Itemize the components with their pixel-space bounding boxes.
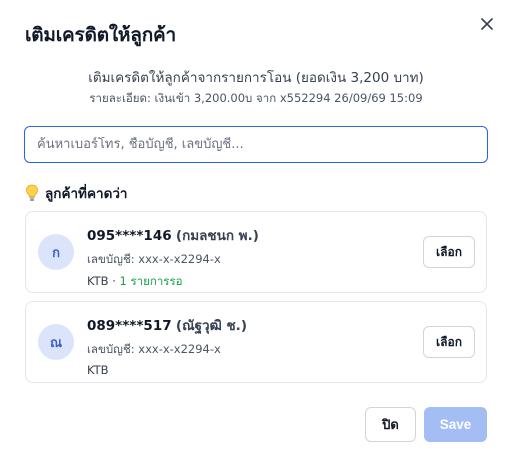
close-icon: [481, 18, 493, 30]
dialog-title: เติมเครดิตให้ลูกค้า: [25, 24, 176, 46]
lightbulb-icon: [26, 184, 38, 201]
customer-card: ณ 089****517 (ณัฐวุฒิ ช.) เลขบัญชี: xxx-…: [25, 301, 487, 383]
bank-separator: ·: [108, 274, 120, 288]
close-dialog-button[interactable]: ปิด: [365, 407, 416, 442]
customer-holder: (กมลชนก พ.): [175, 228, 259, 244]
customer-bank: KTB: [87, 274, 109, 288]
customer-card: ก 095****146 (กมลชนก พ.) เลขบัญชี: xxx-x…: [25, 211, 487, 293]
credit-topup-dialog: เติมเครดิตให้ลูกค้า เติมเครดิตให้ลูกค้าจ…: [0, 0, 512, 468]
search-field[interactable]: [24, 126, 488, 163]
customer-holder: (ณัฐวุฒิ ช.): [175, 318, 247, 334]
customer-phone: 095****146: [87, 228, 172, 244]
select-customer-button[interactable]: เลือก: [423, 236, 475, 268]
customer-bank-line: KTB · 1 รายการรอ: [87, 273, 259, 291]
customer-name-line: 089****517 (ณัฐวุฒิ ช.): [87, 314, 247, 336]
customer-bank-line: KTB: [87, 363, 247, 377]
customer-account: เลขบัญชี: xxx-x-x2294-x: [87, 342, 221, 356]
suggestions-heading-label: ลูกค้าที่คาดว่า: [45, 186, 128, 202]
search-input[interactable]: [37, 137, 475, 152]
customer-bank: KTB: [87, 363, 109, 377]
customer-info: 089****517 (ณัฐวุฒิ ช.) เลขบัญชี: xxx-x-…: [87, 314, 247, 377]
customer-info: 095****146 (กมลชนก พ.) เลขบัญชี: xxx-x-x…: [87, 224, 259, 291]
avatar: ณ: [38, 324, 74, 360]
close-button[interactable]: [476, 13, 498, 35]
transaction-details: รายละเอียด: เงินเข้า 3,200.00บ จาก x5522…: [89, 91, 423, 105]
customer-account: เลขบัญชี: xxx-x-x2294-x: [87, 252, 221, 266]
suggestions-heading: ลูกค้าที่คาดว่า: [25, 182, 128, 204]
avatar: ก: [38, 234, 74, 270]
customer-phone: 089****517: [87, 318, 172, 334]
select-customer-button[interactable]: เลือก: [423, 326, 475, 358]
save-button[interactable]: Save: [424, 407, 487, 442]
pending-count: 1 รายการรอ: [119, 274, 183, 288]
transaction-summary: เติมเครดิตให้ลูกค้าจากรายการโอน (ยอดเงิน…: [88, 70, 424, 86]
customer-name-line: 095****146 (กมลชนก พ.): [87, 224, 259, 246]
